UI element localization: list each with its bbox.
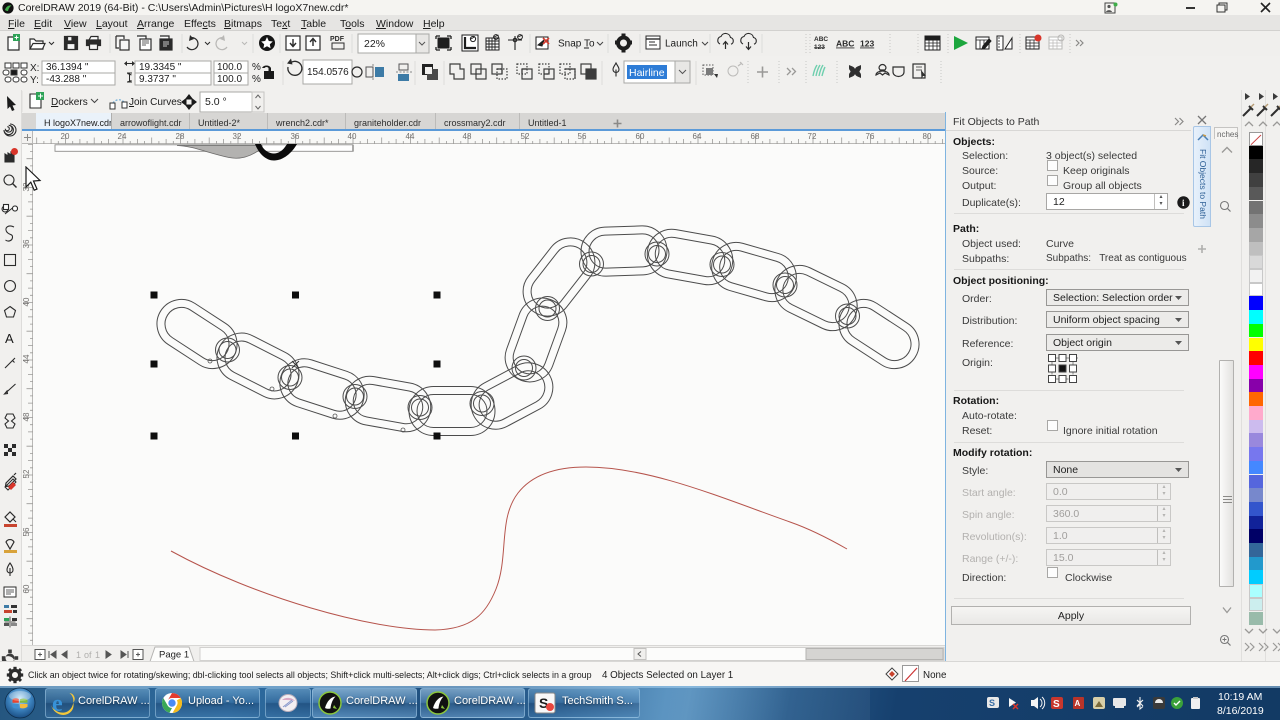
svg-text:S: S xyxy=(989,698,995,708)
svg-text:48: 48 xyxy=(22,412,31,421)
svg-text:56: 56 xyxy=(22,527,31,536)
svg-text:28: 28 xyxy=(176,132,185,141)
svg-text:Dockers: Dockers xyxy=(51,97,88,108)
svg-text:80: 80 xyxy=(923,132,932,141)
svg-text:1: 1 xyxy=(95,650,100,660)
svg-text:44: 44 xyxy=(406,132,415,141)
svg-text:22%: 22% xyxy=(364,38,385,50)
svg-text:68: 68 xyxy=(751,132,760,141)
svg-text:32: 32 xyxy=(233,132,242,141)
svg-text:Page 1: Page 1 xyxy=(159,650,189,661)
svg-text:40: 40 xyxy=(22,297,31,306)
svg-text:Snap To: Snap To xyxy=(558,39,595,50)
svg-text:40: 40 xyxy=(348,132,357,141)
svg-text:20: 20 xyxy=(61,132,70,141)
svg-text:52: 52 xyxy=(521,132,530,141)
svg-text:60: 60 xyxy=(636,132,645,141)
svg-text:ABC: ABC xyxy=(814,36,828,43)
svg-text:19.3345 ": 19.3345 " xyxy=(139,62,182,73)
svg-text:ABC: ABC xyxy=(836,39,854,49)
svg-text:64: 64 xyxy=(693,132,702,141)
svg-text:%: % xyxy=(252,74,261,85)
svg-text:60: 60 xyxy=(22,584,31,593)
svg-text:24: 24 xyxy=(118,132,127,141)
svg-text:of: of xyxy=(84,650,92,660)
svg-text:A: A xyxy=(1075,699,1081,708)
svg-text:123: 123 xyxy=(814,44,825,51)
svg-text:Launch: Launch xyxy=(665,39,698,50)
svg-text:Y:: Y: xyxy=(30,75,39,86)
svg-text:Join Curves: Join Curves xyxy=(129,97,182,108)
svg-text:PDF: PDF xyxy=(330,36,345,43)
svg-text:36: 36 xyxy=(22,239,31,248)
svg-text:-43.288 ": -43.288 " xyxy=(46,74,87,85)
svg-text:36.1394 ": 36.1394 " xyxy=(46,62,89,73)
svg-text:A: A xyxy=(5,331,14,346)
svg-text:100.0: 100.0 xyxy=(217,74,242,85)
svg-text:5.0 °: 5.0 ° xyxy=(205,96,227,108)
svg-text:100.0: 100.0 xyxy=(217,62,242,73)
svg-text:44: 44 xyxy=(22,354,31,363)
svg-text:36: 36 xyxy=(291,132,300,141)
svg-text:154.0576: 154.0576 xyxy=(307,67,349,78)
svg-text:%: % xyxy=(252,62,261,73)
svg-text:72: 72 xyxy=(808,132,817,141)
svg-text:9.3737 ": 9.3737 " xyxy=(139,74,176,85)
svg-text:Hairline: Hairline xyxy=(629,67,665,79)
svg-text:56: 56 xyxy=(578,132,587,141)
svg-text:76: 76 xyxy=(866,132,875,141)
svg-text:1: 1 xyxy=(76,650,81,660)
svg-text:S: S xyxy=(1053,699,1060,710)
svg-text:123: 123 xyxy=(860,39,874,49)
svg-text:X:: X: xyxy=(30,63,39,74)
svg-text:52: 52 xyxy=(22,469,31,478)
svg-text:48: 48 xyxy=(463,132,472,141)
